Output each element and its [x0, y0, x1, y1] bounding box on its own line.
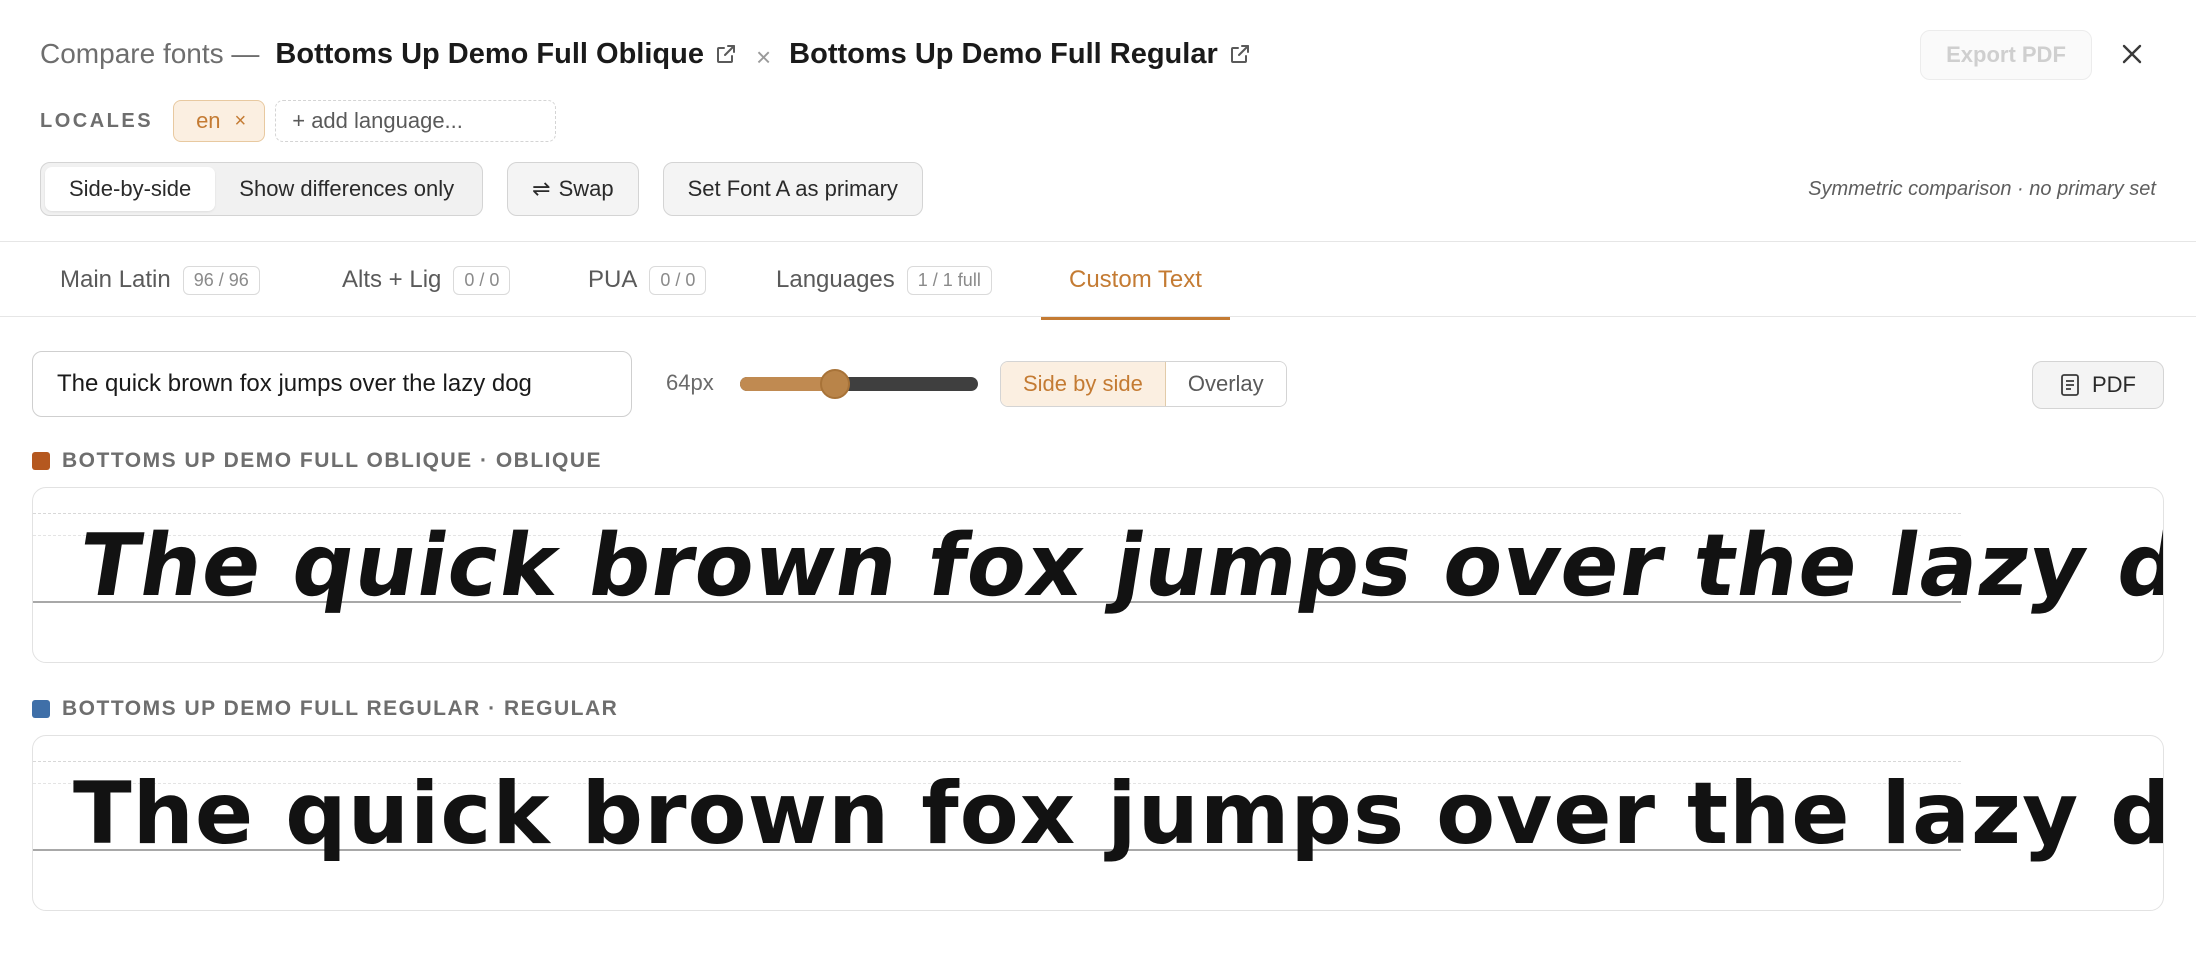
versus-separator: × — [755, 41, 772, 72]
slider-thumb[interactable] — [820, 369, 851, 399]
side-by-side-mode[interactable]: Side by side — [1001, 362, 1166, 406]
controls-row: Side-by-side Show differences only ⇌ Swa… — [40, 162, 2156, 216]
swap-label: Swap — [558, 176, 614, 201]
tab-bar: Main Latin 96 / 96 Alts + Lig 0 / 0 PUA … — [0, 241, 2196, 320]
compare-dialog-header: Compare fonts — Bottoms Up Demo Full Obl… — [0, 0, 2196, 240]
tab-label: Custom Text — [1069, 266, 1202, 293]
ascender-guide — [33, 761, 1961, 762]
tab-count-badge: 0 / 0 — [453, 265, 511, 295]
specimen-b-label: BOTTOMS UP DEMO FULL REGULAR · REGULAR — [32, 696, 618, 722]
set-primary-button[interactable]: Set Font A as primary — [662, 162, 923, 216]
swap-button[interactable]: ⇌ Swap — [507, 162, 639, 216]
specimen-a-text: The quick brown fox jumps over the lazy … — [73, 516, 2164, 616]
locale-chip-label: en — [196, 108, 221, 133]
specimen-b-title: BOTTOMS UP DEMO FULL REGULAR · REGULAR — [62, 697, 619, 720]
tab-custom-text[interactable]: Custom Text — [1041, 242, 1230, 320]
tab-count-badge: 1 / 1 full — [906, 265, 992, 295]
pdf-button[interactable]: PDF — [2032, 361, 2164, 409]
font-b-name: Bottoms Up Demo Full Regular — [789, 37, 1218, 70]
display-mode-toggle: Side by side Overlay — [1000, 361, 1287, 407]
custom-text-input[interactable] — [32, 351, 632, 417]
close-icon[interactable] — [2112, 34, 2152, 74]
external-link-icon[interactable] — [1228, 42, 1252, 66]
export-pdf-button[interactable]: Export PDF — [1920, 30, 2092, 80]
differences-only-option[interactable]: Show differences only — [215, 167, 478, 211]
tab-count-badge: 96 / 96 — [182, 265, 260, 295]
swap-icon: ⇌ — [532, 176, 551, 201]
comparison-note: Symmetric comparison · no primary set — [1808, 177, 2156, 200]
tab-pua[interactable]: PUA 0 / 0 — [588, 242, 707, 318]
specimen-b-text: The quick brown fox jumps over the lazy … — [73, 764, 2164, 864]
tab-languages[interactable]: Languages 1 / 1 full — [776, 242, 992, 318]
locales-label: LOCALES — [40, 109, 154, 132]
specimen-a-label: BOTTOMS UP DEMO FULL OBLIQUE · OBLIQUE — [32, 448, 602, 474]
tab-label: Main Latin — [60, 266, 171, 293]
font-a-name: Bottoms Up Demo Full Oblique — [275, 37, 704, 70]
dialog-title: Compare fonts — Bottoms Up Demo Full Obl… — [40, 34, 1252, 74]
document-icon — [2061, 374, 2079, 396]
locale-chip-en[interactable]: en × — [173, 100, 266, 142]
font-size-label: 64px — [666, 370, 714, 395]
ascender-guide — [33, 513, 1961, 514]
specimen-a-title: BOTTOMS UP DEMO FULL OBLIQUE · OBLIQUE — [62, 449, 603, 472]
font-size-slider[interactable] — [740, 369, 978, 399]
tab-count-badge: 0 / 0 — [649, 265, 707, 295]
remove-locale-icon[interactable]: × — [235, 110, 247, 133]
external-link-icon[interactable] — [714, 42, 738, 66]
specimen-b-panel: The quick brown fox jumps over the lazy … — [32, 735, 2164, 911]
font-b-color-swatch — [32, 700, 50, 718]
title-prefix: Compare fonts — — [40, 38, 260, 69]
tab-alts-lig[interactable]: Alts + Lig 0 / 0 — [342, 242, 511, 318]
font-a-color-swatch — [32, 452, 50, 470]
add-language-input[interactable]: + add language... — [275, 100, 557, 142]
tab-label: PUA — [588, 266, 638, 293]
pdf-label: PDF — [2092, 372, 2136, 397]
specimen-a-panel: The quick brown fox jumps over the lazy … — [32, 487, 2164, 663]
overlay-mode[interactable]: Overlay — [1165, 362, 1286, 406]
side-by-side-option[interactable]: Side-by-side — [45, 167, 216, 211]
tab-main-latin[interactable]: Main Latin 96 / 96 — [60, 242, 260, 318]
tab-label: Alts + Lig — [342, 266, 442, 293]
tab-label: Languages — [776, 266, 895, 293]
view-mode-toggle: Side-by-side Show differences only — [40, 162, 484, 216]
locales-row: LOCALES en × + add language... — [40, 100, 557, 142]
